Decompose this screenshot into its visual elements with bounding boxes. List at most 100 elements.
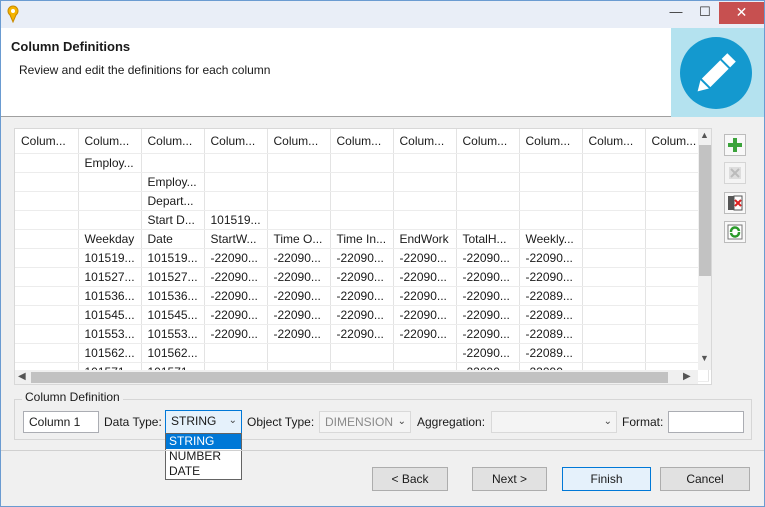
table-cell[interactable] xyxy=(456,153,520,173)
table-cell[interactable]: 101545... xyxy=(141,305,205,325)
table-cell[interactable] xyxy=(15,172,79,192)
delete-column-button[interactable] xyxy=(724,162,746,184)
refresh-button[interactable] xyxy=(724,221,746,243)
scroll-up-icon[interactable]: ▲ xyxy=(700,130,709,140)
scroll-left-icon[interactable]: ◀ xyxy=(18,371,26,382)
table-cell[interactable] xyxy=(15,343,79,363)
table-cell[interactable] xyxy=(15,267,79,287)
table-cell[interactable]: 101519... xyxy=(78,248,142,268)
table-cell[interactable] xyxy=(393,210,457,230)
table-cell[interactable]: 101536... xyxy=(141,286,205,306)
horizontal-scrollbar[interactable]: ◀ ▶ xyxy=(15,370,698,384)
table-cell[interactable] xyxy=(582,248,646,268)
table-cell[interactable]: -22090... xyxy=(204,248,268,268)
table-cell[interactable]: Depart... xyxy=(141,191,205,211)
aggregation-select[interactable]: ⌄ xyxy=(491,411,617,433)
table-cell[interactable]: StartW... xyxy=(204,229,268,249)
table-cell[interactable] xyxy=(267,172,331,192)
table-cell[interactable] xyxy=(78,172,142,192)
table-cell[interactable]: -22090... xyxy=(456,248,520,268)
vertical-scroll-thumb[interactable] xyxy=(699,145,711,276)
horizontal-scroll-thumb[interactable] xyxy=(31,372,668,383)
next-button[interactable]: Next > xyxy=(472,467,547,491)
column-header[interactable]: Colum... xyxy=(393,129,457,154)
table-cell[interactable] xyxy=(582,305,646,325)
table-cell[interactable]: -22090... xyxy=(204,305,268,325)
table-cell[interactable]: -22090... xyxy=(393,267,457,287)
table-cell[interactable] xyxy=(393,343,457,363)
table-cell[interactable] xyxy=(78,210,142,230)
add-column-button[interactable] xyxy=(724,134,746,156)
table-cell[interactable] xyxy=(204,191,268,211)
column-header[interactable]: Colum... xyxy=(519,129,583,154)
table-cell[interactable]: -22090... xyxy=(267,248,331,268)
table-cell[interactable] xyxy=(582,286,646,306)
table-cell[interactable] xyxy=(582,172,646,192)
table-cell[interactable]: -22089... xyxy=(519,286,583,306)
table-cell[interactable] xyxy=(519,153,583,173)
table-cell[interactable] xyxy=(582,343,646,363)
table-cell[interactable] xyxy=(330,191,394,211)
table-cell[interactable]: Time In... xyxy=(330,229,394,249)
table-cell[interactable]: -22090... xyxy=(456,267,520,287)
table-cell[interactable] xyxy=(15,324,79,344)
table-cell[interactable] xyxy=(267,153,331,173)
table-cell[interactable]: -22090... xyxy=(267,286,331,306)
table-cell[interactable]: -22090... xyxy=(393,286,457,306)
table-cell[interactable]: -22090... xyxy=(456,324,520,344)
table-cell[interactable]: Employ... xyxy=(78,153,142,173)
table-cell[interactable]: -22090... xyxy=(330,267,394,287)
table-cell[interactable]: 101536... xyxy=(78,286,142,306)
column-header[interactable]: Colum... xyxy=(582,129,646,154)
table-cell[interactable]: 101519... xyxy=(141,248,205,268)
table-cell[interactable]: 101545... xyxy=(78,305,142,325)
table-cell[interactable]: -22090... xyxy=(456,305,520,325)
table-cell[interactable] xyxy=(519,172,583,192)
table-cell[interactable] xyxy=(393,153,457,173)
column-header[interactable]: Colum... xyxy=(456,129,520,154)
finish-button[interactable]: Finish xyxy=(562,467,651,491)
table-cell[interactable] xyxy=(15,210,79,230)
table-cell[interactable]: 101519... xyxy=(204,210,268,230)
column-header[interactable]: Colum... xyxy=(15,129,79,154)
table-cell[interactable]: -22090... xyxy=(204,324,268,344)
maximize-button[interactable]: ☐ xyxy=(691,2,719,24)
table-cell[interactable] xyxy=(141,153,205,173)
clear-column-button[interactable] xyxy=(724,192,746,214)
table-cell[interactable]: -22090... xyxy=(204,286,268,306)
dropdown-option-date[interactable]: DATE xyxy=(166,464,241,479)
table-cell[interactable]: -22090... xyxy=(519,248,583,268)
table-cell[interactable] xyxy=(582,324,646,344)
table-cell[interactable] xyxy=(15,305,79,325)
table-cell[interactable]: 101562... xyxy=(78,343,142,363)
close-button[interactable]: ✕ xyxy=(719,2,764,24)
table-cell[interactable]: EndWork xyxy=(393,229,457,249)
scroll-right-icon[interactable]: ▶ xyxy=(683,371,691,382)
table-cell[interactable]: -22090... xyxy=(330,248,394,268)
table-cell[interactable] xyxy=(582,191,646,211)
table-cell[interactable]: 101553... xyxy=(78,324,142,344)
table-cell[interactable] xyxy=(204,172,268,192)
table-cell[interactable]: -22090... xyxy=(267,324,331,344)
table-cell[interactable]: 101562... xyxy=(141,343,205,363)
table-cell[interactable]: Employ... xyxy=(141,172,205,192)
table-cell[interactable] xyxy=(204,153,268,173)
table-cell[interactable]: -22089... xyxy=(519,324,583,344)
table-cell[interactable]: -22089... xyxy=(519,305,583,325)
column-header[interactable]: Colum... xyxy=(141,129,205,154)
table-cell[interactable]: TotalH... xyxy=(456,229,520,249)
table-cell[interactable] xyxy=(267,191,331,211)
table-cell[interactable]: -22090... xyxy=(519,267,583,287)
data-grid[interactable]: Colum... Colum... Colum... Colum... Colum...… xyxy=(14,128,712,385)
cancel-button[interactable]: Cancel xyxy=(660,467,750,491)
table-cell[interactable]: Start D... xyxy=(141,210,205,230)
table-cell[interactable] xyxy=(519,191,583,211)
data-type-dropdown-list[interactable]: STRING NUMBER DATE xyxy=(165,433,242,480)
table-cell[interactable]: -22090... xyxy=(330,305,394,325)
column-header[interactable]: Colum... xyxy=(204,129,268,154)
back-button[interactable]: < Back xyxy=(372,467,448,491)
table-cell[interactable]: -22090... xyxy=(456,343,520,363)
table-cell[interactable] xyxy=(15,248,79,268)
table-cell[interactable] xyxy=(15,229,79,249)
table-cell[interactable]: -22090... xyxy=(330,286,394,306)
